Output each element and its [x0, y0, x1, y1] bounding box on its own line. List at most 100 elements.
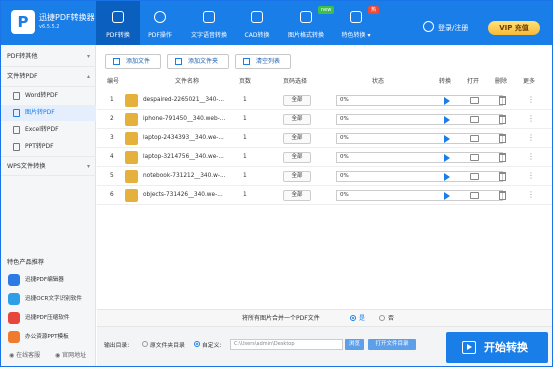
convert-play-icon[interactable]	[444, 135, 450, 143]
page-range-select[interactable]: 全部	[283, 171, 311, 182]
user-icon[interactable]	[423, 21, 434, 32]
table-row[interactable]: 1 despaired-2265021__340-... 1 全部 0% ⋮	[97, 91, 552, 110]
more-icon[interactable]: ⋮	[527, 94, 535, 106]
ppt-icon	[8, 331, 20, 343]
browse-button[interactable]: 浏览	[345, 339, 364, 350]
col-delete: 删除	[495, 78, 508, 85]
merge-yes-radio[interactable]	[350, 315, 356, 321]
table-row[interactable]: 6 objects-731426__340.we-... 1 全部 0% ⋮	[97, 186, 552, 205]
delete-icon[interactable]	[499, 172, 506, 181]
more-icon[interactable]: ⋮	[527, 189, 535, 201]
website-link[interactable]: ◉ 官网地址	[55, 350, 86, 359]
more-icon[interactable]: ⋮	[527, 113, 535, 125]
open-folder-icon[interactable]	[470, 97, 479, 104]
section-label: 文件转PDF	[7, 73, 38, 80]
merge-yes-label: 是	[359, 315, 366, 322]
delete-icon[interactable]	[499, 153, 506, 162]
convert-play-icon[interactable]	[444, 154, 450, 162]
open-folder-icon[interactable]	[470, 173, 479, 180]
sidebar-item-image-to-pdf[interactable]: 图片转PDF	[1, 105, 96, 121]
table-row[interactable]: 3 laptop-2434393__340.we-... 1 全部 0% ⋮	[97, 129, 552, 148]
more-icon[interactable]: ⋮	[527, 151, 535, 163]
row-number: 5	[110, 173, 114, 179]
add-file-button[interactable]: 添加文件	[105, 54, 161, 69]
output-path-input[interactable]: C:\Users\admin\Desktop	[230, 339, 343, 350]
page-range-select[interactable]: 全部	[283, 152, 311, 163]
delete-icon[interactable]	[499, 115, 506, 124]
image-icon	[300, 11, 312, 23]
login-link[interactable]: 登录/注册	[438, 23, 468, 33]
tab-image-format[interactable]: 图片格式转换 new	[284, 1, 335, 45]
app-version: v6.5.5.2	[39, 24, 60, 30]
merge-no-label: 否	[388, 315, 395, 322]
open-folder-icon[interactable]	[470, 154, 479, 161]
table-row[interactable]: 5 notebook-731212__340.w-... 1 全部 0% ⋮	[97, 167, 552, 186]
main-panel: 添加文件 添加文件夹 清空列表 编号 文件名称 页数 页码选择 状态 转换 打开…	[97, 45, 552, 366]
sidebar-section-file-to-pdf[interactable]: 文件转PDF ▴	[1, 67, 96, 87]
vip-button[interactable]: VIP 充值	[488, 21, 540, 35]
promo-ocr[interactable]: 迅捷OCR文字识别软件	[1, 290, 96, 308]
sidebar-item-excel-to-pdf[interactable]: Excel转PDF	[1, 122, 96, 138]
page-range-select[interactable]: 全部	[283, 114, 311, 125]
delete-icon[interactable]	[499, 191, 506, 200]
sidebar-item-ppt-to-pdf[interactable]: PPT转PDF	[1, 139, 96, 155]
sidebar-section-wps[interactable]: WPS文件转换 ▾	[1, 156, 96, 176]
sidebar: PDF转其他 ▾ 文件转PDF ▴ Word转PDF 图片转PDF Excel转…	[1, 45, 96, 366]
open-folder-button[interactable]: 打开文件目录	[368, 339, 416, 350]
row-pages: 1	[243, 192, 247, 198]
image-thumbnail	[125, 94, 138, 107]
clear-list-button[interactable]: 清空列表	[235, 54, 291, 69]
merge-no-radio[interactable]	[379, 315, 385, 321]
sidebar-section-pdf-to-other[interactable]: PDF转其他 ▾	[1, 47, 96, 67]
open-folder-icon[interactable]	[470, 192, 479, 199]
app-window: P 迅捷PDF转换器 v6.5.5.2 PDF转换 PDF操作 文字语音转换 C…	[0, 0, 553, 367]
add-folder-button[interactable]: 添加文件夹	[167, 54, 229, 69]
open-folder-icon[interactable]	[470, 116, 479, 123]
page-range-select[interactable]: 全部	[283, 190, 311, 201]
image-thumbnail	[125, 189, 138, 202]
button-label: 开始转换	[484, 341, 528, 354]
output-source-option[interactable]: 原文件夹目录	[142, 340, 185, 349]
tab-pdf-operation[interactable]: PDF操作	[138, 1, 182, 45]
row-filename: laptop-3214756__340.we-...	[143, 154, 224, 160]
online-service-link[interactable]: ◉ 在线客服	[9, 350, 40, 359]
convert-play-icon[interactable]	[444, 173, 450, 181]
more-icon[interactable]: ⋮	[527, 170, 535, 182]
file-icon	[13, 92, 20, 100]
start-convert-button[interactable]: 开始转换	[446, 332, 548, 363]
file-icon	[13, 143, 20, 151]
output-custom-option[interactable]: 自定义:	[194, 340, 221, 349]
promo-pdf-editor[interactable]: 迅捷PDF编辑器	[1, 271, 96, 289]
delete-icon[interactable]	[499, 96, 506, 105]
tab-label: CAD转换	[244, 32, 270, 39]
sidebar-item-word-to-pdf[interactable]: Word转PDF	[1, 88, 96, 104]
tab-text-speech[interactable]: 文字语音转换	[187, 1, 231, 45]
output-bar: 输出目录: 原文件夹目录 自定义: C:\Users\admin\Desktop…	[97, 327, 552, 366]
header-bar: P 迅捷PDF转换器 v6.5.5.2 PDF转换 PDF操作 文字语音转换 C…	[1, 1, 552, 45]
promo-ppt-template[interactable]: 办公资源PPT模板	[1, 328, 96, 346]
merge-bar: 将所有图片合并一个PDF文件 是 否	[97, 309, 552, 327]
convert-play-icon[interactable]	[444, 116, 450, 124]
table-row[interactable]: 4 laptop-3214756__340.we-... 1 全部 0% ⋮	[97, 148, 552, 167]
custom-radio[interactable]	[194, 341, 200, 347]
open-folder-icon[interactable]	[470, 135, 479, 142]
delete-icon[interactable]	[499, 134, 506, 143]
tab-feature-convert[interactable]: 特色转换 ▾ 热	[334, 1, 380, 45]
hot-badge: 热	[368, 6, 380, 14]
tab-cad-convert[interactable]: CAD转换	[235, 1, 279, 45]
option-label: 自定义:	[202, 343, 222, 349]
option-label: 原文件夹目录	[150, 343, 185, 349]
promo-compress[interactable]: 迅捷PDF压缩软件	[1, 309, 96, 327]
row-number: 1	[110, 97, 114, 103]
convert-play-icon[interactable]	[444, 97, 450, 105]
chevron-down-icon: ▾	[86, 53, 90, 60]
page-range-select[interactable]: 全部	[283, 95, 311, 106]
row-pages: 1	[243, 154, 247, 160]
page-range-select[interactable]: 全部	[283, 133, 311, 144]
table-row[interactable]: 2 iphone-791450__340.web-... 1 全部 0% ⋮	[97, 110, 552, 129]
convert-play-icon[interactable]	[444, 192, 450, 200]
play-icon	[462, 341, 476, 354]
clear-icon	[243, 58, 250, 65]
more-icon[interactable]: ⋮	[527, 132, 535, 144]
source-radio[interactable]	[142, 341, 148, 347]
